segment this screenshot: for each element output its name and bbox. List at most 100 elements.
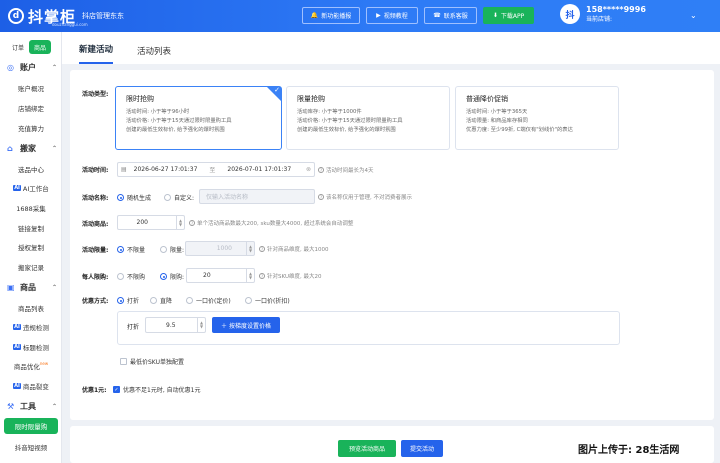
ai-icon: AI: [13, 185, 21, 191]
top-bar: d 抖掌柜 抖店管理东东 douzhanggui.com 🔔 新功能播报 ▶ 视频教…: [0, 0, 720, 32]
sidebar-item-account-overview[interactable]: 账户概况: [0, 83, 62, 93]
sidebar-item-ai-workbench[interactable]: AI AI工作台: [0, 183, 62, 193]
sidebar-item-shop-binding[interactable]: 店铺绑定: [0, 103, 62, 113]
sidebar-item-short-video[interactable]: 抖音短视频: [0, 442, 62, 452]
activity-time-label: 活动时间:: [82, 167, 109, 174]
chevron-up-icon: ⌃: [51, 64, 57, 71]
name-hint: ? 该名称仅用于管理, 不对消费者展示: [318, 194, 412, 201]
ai-icon: AI: [13, 383, 21, 389]
chevron-down-icon[interactable]: ⌄: [690, 11, 697, 20]
info-icon: ?: [259, 273, 265, 279]
time-hint: ? 活动时间最长为4天: [318, 167, 374, 174]
sidebar-item-1688-collect[interactable]: 1688采集: [0, 203, 62, 213]
current-shop-label: 当前店铺:: [586, 16, 613, 23]
download-icon: ⬇: [492, 12, 498, 19]
info-icon: ?: [318, 194, 324, 200]
sidebar-item-move-records[interactable]: 搬家记录: [0, 262, 62, 272]
download-app-button[interactable]: ⬇ 下载APP: [483, 7, 534, 24]
discount-opt-1[interactable]: 直降: [150, 296, 172, 305]
discount-value-stepper[interactable]: 9.5 ▲ ▼: [145, 317, 206, 333]
check-icon: ✓: [274, 86, 280, 94]
info-icon: ?: [259, 246, 265, 252]
ai-icon: AI: [13, 344, 21, 350]
sidebar-group-move[interactable]: ⌂ 搬家 ⌃: [7, 143, 57, 154]
customer-service-button[interactable]: ☎ 联系客服: [424, 7, 477, 24]
info-icon: ?: [189, 220, 195, 226]
preview-button[interactable]: 预览活动商品: [338, 440, 396, 457]
module-switch: 订单 商品: [7, 40, 52, 54]
sidebar-item-link-copy[interactable]: 链接复制: [0, 223, 62, 233]
avatar: 抖: [560, 4, 580, 24]
gradient-price-button[interactable]: ＋按梯度设置价格: [212, 317, 280, 333]
per-person-label: 每人限购:: [82, 274, 109, 281]
chevron-up-icon: ⌃: [51, 403, 57, 410]
sidebar-group-tools[interactable]: ⚒ 工具 ⌃: [7, 401, 57, 412]
name-custom-radio[interactable]: 自定义:: [164, 193, 194, 202]
logo-icon: d: [8, 8, 24, 24]
plus-icon: ＋: [220, 322, 227, 330]
min-sku-checkbox[interactable]: 最低价SKU单独配置: [120, 357, 184, 366]
video-icon: ▶: [376, 12, 381, 19]
switch-goods[interactable]: 商品: [29, 40, 52, 54]
activity-name-input[interactable]: 仅输入活动名称: [199, 189, 315, 204]
sidebar: 订单 商品 ◎ 账户 ⌃ 账户概况 店铺绑定 充值算力 ⌂ 搬家 ⌃ 选品中心 AI AI…: [0, 32, 62, 463]
submit-button[interactable]: 提交活动: [401, 440, 443, 457]
clear-icon[interactable]: ⊗: [306, 166, 311, 173]
news-button[interactable]: 🔔 新功能播报: [302, 7, 360, 24]
stepper-arrows[interactable]: ▲ ▼: [197, 318, 205, 332]
user-menu[interactable]: 抖 158*****9996 当前店铺:: [560, 4, 646, 24]
activity-type-label: 活动类型:: [82, 91, 109, 98]
type-option-price-drop[interactable]: 普通降价促销 活动时间: 小于等于365天 活动限量: 和商品库存相同 优惠力度…: [455, 86, 619, 150]
per-none-radio[interactable]: 不限购: [117, 272, 145, 281]
stepper-arrows[interactable]: ▲ ▼: [176, 216, 184, 229]
discount-label: 优惠方式:: [82, 298, 109, 305]
tools-icon: ⚒: [7, 401, 15, 411]
bell-icon: 🔔: [310, 12, 319, 19]
activity-name-label: 活动名称:: [82, 195, 109, 202]
stepper-arrows[interactable]: ▲ ▼: [246, 242, 254, 255]
tab-bar: 新建活动 活动列表: [62, 32, 720, 64]
chevron-up-icon: ⌃: [51, 284, 57, 291]
switch-order[interactable]: 订单: [7, 40, 30, 54]
limit-none-radio[interactable]: 不限量: [117, 245, 145, 254]
headset-icon: ☎: [433, 12, 441, 19]
type-option-limited-qty[interactable]: 限量抢购 活动库存: 小于等于1000件 活动价格: 小于等于15天通过限时限量…: [286, 86, 450, 150]
per-hint: ? 针对SKU维度, 最大20: [259, 273, 322, 280]
tab-activity-list[interactable]: 活动列表: [137, 45, 171, 64]
tab-new-activity[interactable]: 新建活动: [79, 43, 114, 64]
sidebar-item-goods-optimize[interactable]: 商品优化new: [0, 361, 62, 371]
sidebar-item-goods-fission[interactable]: AI 商品裂变: [0, 381, 62, 391]
video-tutorial-button[interactable]: ▶ 视频教程: [366, 7, 418, 24]
sidebar-item-violation-check[interactable]: AI 违规检测: [0, 322, 62, 332]
name-random-radio[interactable]: 随机生成: [117, 193, 151, 202]
goods-hint: ? 单个活动商品数最大200, sku数量大4000, 超过系统会自动调整: [189, 220, 354, 227]
sidebar-item-title-check[interactable]: AI 标题检测: [0, 342, 62, 352]
discount-sub-label: 打折: [127, 324, 140, 331]
calendar-icon: ▤: [121, 166, 127, 173]
account-icon: ◎: [7, 62, 14, 72]
sidebar-item-auth-copy[interactable]: 授权复制: [0, 242, 62, 252]
logo-tagline: 抖店管理东东: [82, 11, 125, 20]
per-limit-stepper[interactable]: 20 ▲ ▼: [186, 268, 255, 283]
one-yuan-checkbox[interactable]: ✓ 优惠不足1元时, 自动优惠1元: [113, 385, 200, 394]
activity-limit-label: 活动限量:: [82, 247, 109, 254]
check-icon: ✓: [113, 386, 120, 393]
discount-opt-3[interactable]: 一口价(折扣): [245, 296, 290, 305]
limit-qty-stepper[interactable]: 1000 ▲ ▼: [185, 241, 255, 256]
limit-qty-radio[interactable]: 限量:: [160, 245, 184, 254]
limit-hint: ? 针对商品维度, 最大1000: [259, 246, 329, 253]
goods-count-stepper[interactable]: 200 ▲ ▼: [117, 215, 185, 230]
sidebar-group-goods[interactable]: ▣ 商品 ⌃: [7, 282, 57, 293]
discount-opt-2[interactable]: 一口价(定价): [186, 296, 231, 305]
stepper-arrows[interactable]: ▲ ▼: [246, 269, 254, 282]
sidebar-item-recharge[interactable]: 充值算力: [0, 123, 62, 133]
activity-time-range[interactable]: ▤ 2026-06-27 17:01:37 至 2026-07-01 17:01…: [117, 162, 315, 177]
sidebar-item-flash-sale[interactable]: 限时限量购: [4, 418, 58, 434]
sidebar-item-goods-list[interactable]: 商品列表: [0, 303, 62, 313]
sidebar-group-account[interactable]: ◎ 账户 ⌃: [7, 62, 57, 73]
activity-goods-label: 活动商品:: [82, 221, 109, 228]
discount-opt-0[interactable]: 打折: [117, 296, 139, 305]
per-limit-radio[interactable]: 限购:: [160, 272, 184, 281]
type-option-flash-sale[interactable]: ✓ 限时抢购 活动时间: 小于等于96小时 活动价格: 小于等于15天通过限时限…: [115, 86, 282, 150]
sidebar-item-selection-center[interactable]: 选品中心: [0, 164, 62, 174]
